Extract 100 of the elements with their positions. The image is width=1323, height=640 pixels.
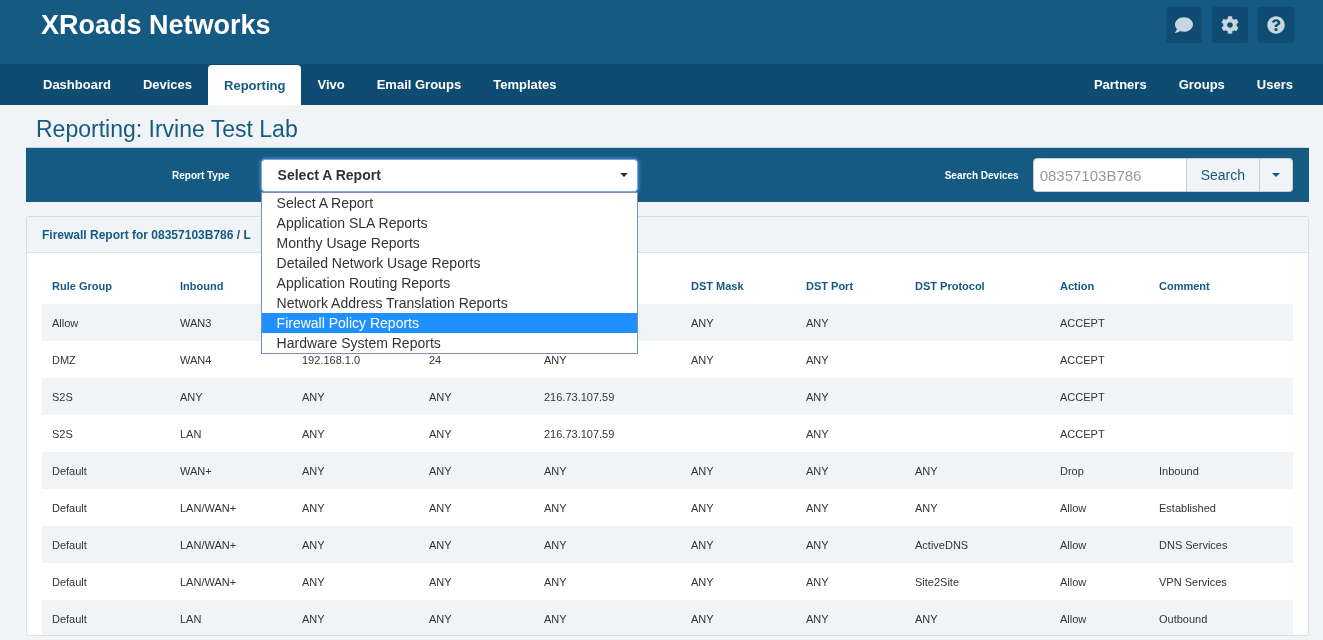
table-cell: ACCEPT <box>1060 353 1105 366</box>
table-cell: 24 <box>429 353 442 366</box>
table-cell: ANY <box>691 575 714 588</box>
table-cell: ANY <box>544 353 567 366</box>
nav-tab[interactable]: Dashboard <box>27 64 127 105</box>
nav-tab[interactable]: Partners <box>1077 64 1163 105</box>
table-cell: ANY <box>429 538 452 551</box>
table-cell: LAN/WAN+ <box>180 538 237 551</box>
nav-tab[interactable]: Groups <box>1162 64 1241 105</box>
table-cell: ANY <box>302 538 325 551</box>
chat-icon <box>1175 16 1193 34</box>
table-cell: ANY <box>180 390 203 403</box>
brand-title: XRoads Networks <box>41 9 271 41</box>
table-cell: ANY <box>429 612 452 625</box>
chat-button[interactable] <box>1166 7 1202 43</box>
column-header: DST Mask <box>681 267 796 304</box>
table-cell: Allow <box>52 316 79 329</box>
table-cell: ANY <box>806 316 829 329</box>
report-type-select[interactable]: Select A Report <box>260 158 638 192</box>
caret-icon <box>1272 173 1280 177</box>
help-icon <box>1267 16 1285 34</box>
column-header: Action <box>1050 267 1149 304</box>
table-cell: ACCEPT <box>1060 316 1105 329</box>
nav-tab[interactable]: Templates <box>477 64 573 105</box>
nav-tab[interactable]: Users <box>1240 64 1309 105</box>
settings-icon <box>1221 16 1239 34</box>
table-cell: LAN <box>180 612 202 625</box>
table-cell: WAN3 <box>180 316 212 329</box>
column-header: DST Protocol <box>905 267 1050 304</box>
table-cell: Default <box>52 538 87 551</box>
table-cell: LAN <box>180 427 202 440</box>
table-cell: ACCEPT <box>1060 390 1105 403</box>
table-cell: 192.168.1.0 <box>302 353 361 366</box>
table-cell: Outbound <box>1159 612 1208 625</box>
table-cell: ANY <box>806 612 829 625</box>
table-cell: ACCEPT <box>1060 427 1105 440</box>
table-cell: Allow <box>1060 612 1087 625</box>
table-cell: WAN4 <box>180 353 212 366</box>
table-cell: S2S <box>52 390 73 403</box>
panel-title: Firewall Report for 08357103B786 / L <box>42 227 251 242</box>
table-cell: ANY <box>691 464 714 477</box>
table-cell: Inbound <box>1159 464 1199 477</box>
table-cell: ActiveDNS <box>915 538 969 551</box>
nav-tab[interactable]: Reporting <box>208 65 302 105</box>
table-cell: ANY <box>544 501 567 514</box>
table-cell: DMZ <box>52 353 76 366</box>
table-cell: Drop <box>1060 464 1084 477</box>
table-cell: ANY <box>915 464 938 477</box>
table-cell: ANY <box>429 464 452 477</box>
table-cell: ANY <box>302 575 325 588</box>
table-cell: ANY <box>691 538 714 551</box>
table-cell: 216.73.107.59 <box>544 390 615 403</box>
table-cell: ANY <box>915 612 938 625</box>
table-cell: ANY <box>429 427 452 440</box>
search-button[interactable]: Search <box>1186 158 1260 192</box>
table-cell: Allow <box>1060 575 1087 588</box>
column-header: DST Port <box>796 267 905 304</box>
settings-button[interactable] <box>1212 7 1248 43</box>
table-cell: ANY <box>806 353 829 366</box>
page-title: Reporting: Irvine Test Lab <box>35 115 299 144</box>
table-cell: Allow <box>1060 501 1087 514</box>
table-cell: WAN+ <box>180 464 212 477</box>
nav-tab[interactable]: Vivo <box>301 64 361 105</box>
table-cell: Default <box>52 464 87 477</box>
table-cell: Site2Site <box>915 575 960 588</box>
column-header: Comment <box>1149 267 1293 304</box>
search-field[interactable]: 08357103B786 <box>1032 158 1187 192</box>
table-cell: ANY <box>806 501 829 514</box>
search-devices-label: Search Devices <box>944 169 1019 181</box>
table-cell: ANY <box>429 390 452 403</box>
caret-icon <box>619 173 628 177</box>
nav-tab[interactable]: Devices <box>126 64 209 105</box>
table-cell: Established <box>1159 501 1216 514</box>
nav-tab[interactable]: Email Groups <box>360 64 478 105</box>
table-cell: ANY <box>806 464 829 477</box>
table-cell: ANY <box>302 612 325 625</box>
table-cell: ANY <box>429 575 452 588</box>
table-cell: ANY <box>806 427 829 440</box>
help-button[interactable] <box>1258 7 1294 43</box>
table-cell: ANY <box>544 612 567 625</box>
column-header: Rule Group <box>42 267 170 304</box>
table-cell: ANY <box>691 612 714 625</box>
table-cell: ANY <box>915 501 938 514</box>
table-cell: S2S <box>52 427 73 440</box>
table-cell: VPN Services <box>1159 575 1227 588</box>
table-cell: LAN/WAN+ <box>180 501 237 514</box>
table-cell: ANY <box>544 538 567 551</box>
table-cell: Default <box>52 575 87 588</box>
table-cell: Default <box>52 612 87 625</box>
table-cell: ANY <box>544 464 567 477</box>
table-cell: ANY <box>806 390 829 403</box>
table-cell: ANY <box>691 316 714 329</box>
table-cell: ANY <box>302 390 325 403</box>
table-cell: ANY <box>302 501 325 514</box>
table-cell: ANY <box>806 538 829 551</box>
table-cell: ANY <box>544 575 567 588</box>
table-cell: ANY <box>691 353 714 366</box>
table-cell: ANY <box>302 427 325 440</box>
table-cell: 216.73.107.59 <box>544 427 615 440</box>
table-cell: LAN/WAN+ <box>180 575 237 588</box>
